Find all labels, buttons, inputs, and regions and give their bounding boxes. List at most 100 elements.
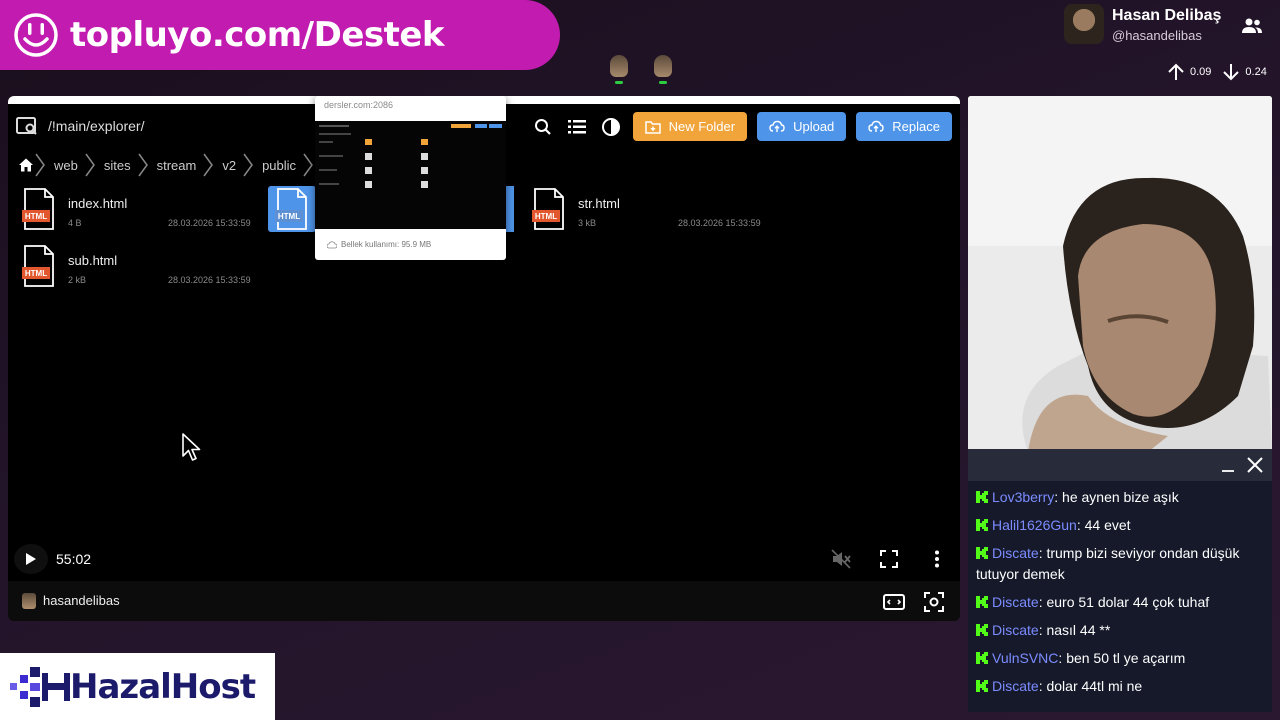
webcam-feed [968,96,1272,452]
breadcrumb-sites[interactable]: sites [96,158,137,173]
chat-message: Discate: nasıl 44 ** [976,620,1268,641]
current-path: /!main/explorer/ [48,118,145,134]
chat-username[interactable]: Discate [992,622,1039,638]
breadcrumb-v2[interactable]: v2 [214,158,242,173]
playback-time: 55:02 [56,551,92,567]
chat-messages: Lov3berry: he aynen bize aşık Halil1626G… [976,487,1268,704]
html-file-icon: HTML [532,188,564,230]
chevron-right-icon [243,153,253,177]
upload-button[interactable]: Upload [757,112,847,141]
mute-icon[interactable] [830,548,852,570]
html-file-icon: HTML [22,188,54,230]
breadcrumb-public[interactable]: public [254,158,302,173]
chevron-right-icon [303,153,313,177]
close-icon[interactable] [1246,456,1264,474]
memory-usage: Bellek kullanımı: 95.9 MB [341,240,432,249]
html-file-icon: HTML [22,245,54,287]
file-size: 4 B [68,218,82,228]
list-view-icon[interactable] [565,115,589,139]
chat-message: VulnSVNC: ben 50 tl ye açarım [976,648,1268,669]
kick-badge-icon [976,624,988,636]
chat-text: euro 51 dolar 44 çok tuhaf [1046,594,1210,610]
new-folder-button[interactable]: New Folder [632,112,748,141]
screenshot-icon[interactable] [923,591,945,613]
breadcrumb-stream[interactable]: stream [149,158,203,173]
kick-badge-icon [976,652,988,664]
home-icon[interactable] [18,157,34,173]
arrow-up-icon [1168,63,1184,80]
breadcrumb: web sites stream v2 public [16,152,314,178]
chat-message: Halil1626Gun: 44 evet [976,515,1268,536]
viewer-avatar[interactable] [651,55,675,87]
chevron-right-icon [137,153,148,177]
smile-logo-icon [14,13,58,57]
promo-banner: topluyo.com/Destek [0,0,560,70]
file-type-label: HTML [25,212,47,221]
cloud-upload-icon [769,120,785,132]
more-options-icon[interactable] [926,548,948,570]
html-file-icon: HTML [275,188,307,230]
download-rate: 0.24 [1245,66,1267,78]
streamer-profile[interactable]: Hasan Delibaş @hasandelibas [1064,4,1280,48]
theme-toggle-icon[interactable] [599,115,623,139]
kick-badge-icon [976,680,988,692]
minimize-icon[interactable] [1220,457,1236,473]
chevron-right-icon [35,153,45,177]
chat-message: Lov3berry: he aynen bize aşık [976,487,1268,508]
upload-label: Upload [793,119,835,134]
file-item[interactable]: HTML sub.html 2 kB 28.03.2026 15:33:59 [18,245,258,293]
chat-message: Discate: euro 51 dolar 44 çok tuhaf [976,592,1268,613]
chat-text: 44 evet [1084,517,1131,533]
sponsor-name: HazalHost [70,666,256,707]
panel-footer: hasandelibas [8,581,960,621]
chat-username[interactable]: Discate [992,545,1039,561]
preview-thumbnail [315,121,506,229]
file-date: 28.03.2026 15:33:59 [168,218,251,228]
file-type-label: HTML [25,269,47,278]
selected-file[interactable]: HTML [268,186,316,232]
chat-panel: Lov3berry: he aynen bize aşık Halil1626G… [968,449,1272,712]
toolbar: New Folder Upload Replace [531,112,952,141]
chevron-right-icon [85,153,95,177]
avatar [22,593,36,609]
kick-badge-icon [976,596,988,608]
replace-label: Replace [892,119,940,134]
network-stats: 0.09 0.24 [1166,62,1267,82]
upload-rate: 0.09 [1190,66,1212,78]
chat-username[interactable]: Discate [992,678,1039,694]
theater-mode-icon[interactable] [882,592,906,612]
player-controls: 55:02 [14,544,954,574]
file-name: sub.html [68,253,118,268]
chat-username[interactable]: Discate [992,594,1039,610]
popup-footer: Bellek kullanımı: 95.9 MB [327,240,431,249]
tab-preview-popup[interactable]: dersler.com:2086 Bellek kullanımı: 95.9 … [315,96,506,260]
path-bar: /!main/explorer/ [16,116,144,136]
fullscreen-icon[interactable] [878,548,900,570]
chevron-right-icon [203,153,214,177]
chat-username[interactable]: Lov3berry [992,489,1054,505]
new-folder-label: New Folder [668,119,736,134]
arrow-down-icon [1223,64,1240,81]
play-button[interactable] [14,544,48,574]
kick-badge-icon [976,547,988,559]
hazalhost-logo-icon [10,666,70,707]
channel-name[interactable]: hasandelibas [43,593,120,608]
avatar[interactable] [1064,4,1104,44]
file-item[interactable]: HTML index.html 4 B 28.03.2026 15:33:59 [18,188,258,236]
chat-username[interactable]: VulnSVNC [992,650,1058,666]
streamer-name: Hasan Delibaş [1112,7,1222,24]
chat-username[interactable]: Halil1626Gun [992,517,1077,533]
chat-header [968,449,1272,481]
people-icon[interactable] [1240,16,1264,36]
chat-message: Discate: dolar 44tl mi ne [976,676,1268,697]
popup-title: dersler.com:2086 [324,100,394,110]
viewer-avatar[interactable] [607,55,631,87]
file-date: 28.03.2026 15:33:59 [678,218,761,228]
breadcrumb-web[interactable]: web [46,158,84,173]
play-icon [26,553,36,565]
file-type-label: HTML [535,212,557,221]
file-item[interactable]: HTML str.html 3 kB 28.03.2026 15:33:59 [528,188,768,236]
replace-button[interactable]: Replace [856,112,952,141]
folder-plus-icon [644,120,661,134]
search-icon[interactable] [531,115,555,139]
